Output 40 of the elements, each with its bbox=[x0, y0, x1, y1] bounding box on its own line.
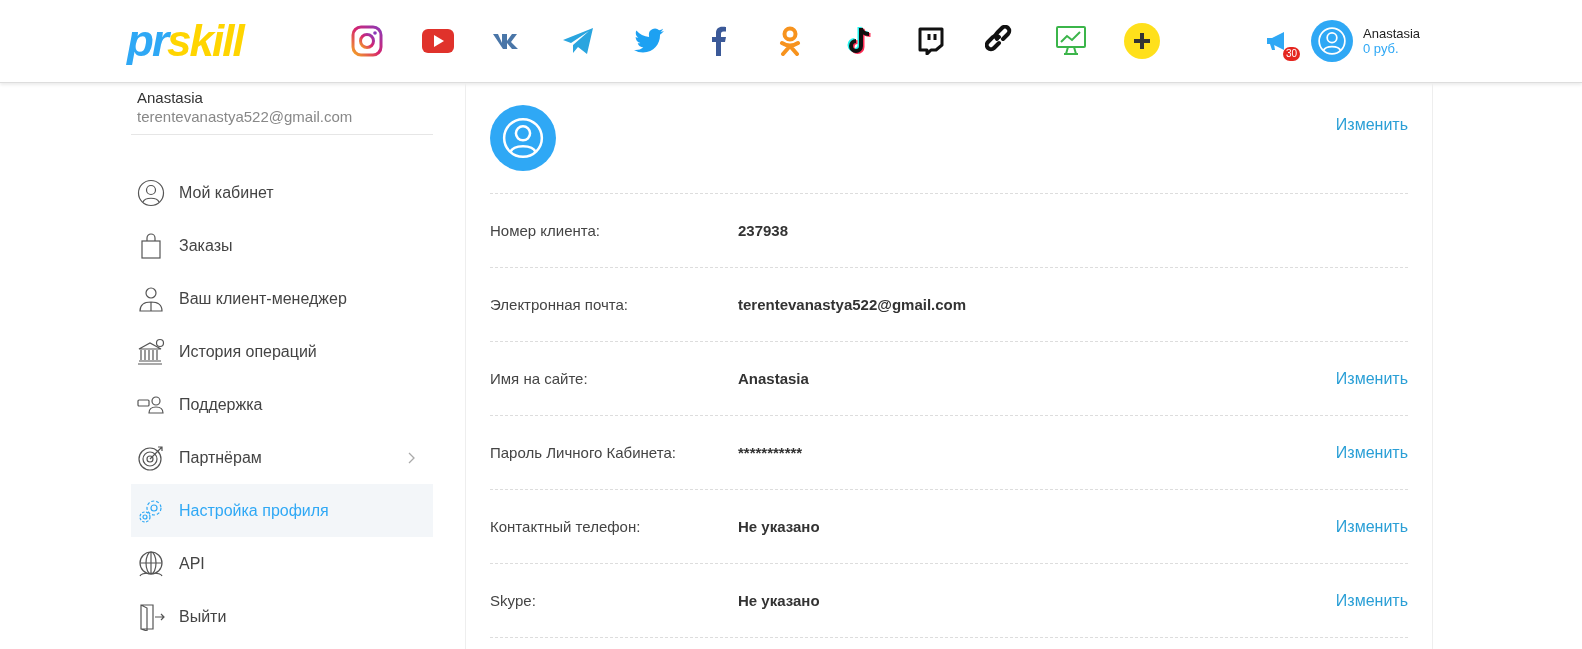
field-value: terentevanastya522@gmail.com bbox=[738, 296, 968, 313]
globe-people-icon bbox=[137, 549, 165, 578]
sidebar-item[interactable]: API bbox=[131, 537, 433, 590]
profile-name: Anastasia bbox=[136, 89, 204, 106]
sidebar-item[interactable]: Мой кабинет bbox=[131, 166, 433, 219]
bird-icon[interactable] bbox=[632, 28, 665, 54]
profile-email: terentevanastya522@gmail.com bbox=[136, 108, 354, 125]
user-icon bbox=[137, 178, 165, 207]
paper-plane-icon[interactable] bbox=[562, 26, 595, 56]
sidebar-item[interactable]: История операций bbox=[131, 325, 433, 378]
plus-icon[interactable] bbox=[1123, 23, 1160, 59]
sidebar-item[interactable]: Поддержка bbox=[131, 378, 433, 431]
bank-icon bbox=[137, 337, 165, 366]
field-label: Номер клиента: bbox=[490, 222, 602, 239]
exit-door-icon bbox=[137, 602, 165, 631]
user-name: Anastasia bbox=[1363, 26, 1421, 41]
notification-badge: 30 bbox=[1282, 47, 1300, 61]
monitor-chart-icon[interactable] bbox=[1055, 25, 1088, 57]
field-label: Пароль Личного Кабинета: bbox=[490, 444, 677, 461]
speech-bubble-icon[interactable] bbox=[917, 27, 944, 55]
chevron-icon bbox=[408, 451, 415, 464]
sidebar-item[interactable]: Заказы bbox=[131, 219, 433, 272]
sidebar-item[interactable]: Партнёрам bbox=[131, 431, 433, 484]
play-icon[interactable] bbox=[421, 29, 454, 53]
field-label: Имя на сайте: bbox=[490, 370, 589, 387]
camera-icon[interactable] bbox=[351, 25, 384, 57]
sidebar-item[interactable]: Выйти bbox=[131, 590, 433, 643]
field-value: 237938 bbox=[738, 222, 790, 239]
field-value: Не указано bbox=[738, 518, 821, 535]
field-value: *********** bbox=[738, 444, 804, 461]
field-value: Не указано bbox=[738, 592, 821, 609]
avatar[interactable] bbox=[1311, 20, 1353, 62]
field-value: Anastasia bbox=[738, 370, 810, 387]
field-label: Skype: bbox=[490, 592, 537, 609]
field-label: Контактный телефон: bbox=[490, 518, 642, 535]
sidebar-item[interactable]: Ваш клиент-менеджер bbox=[131, 272, 433, 325]
target-icon bbox=[137, 443, 165, 472]
facebook-icon[interactable] bbox=[711, 26, 728, 56]
field-label: Электронная почта: bbox=[490, 296, 630, 313]
manager-icon bbox=[137, 284, 165, 313]
